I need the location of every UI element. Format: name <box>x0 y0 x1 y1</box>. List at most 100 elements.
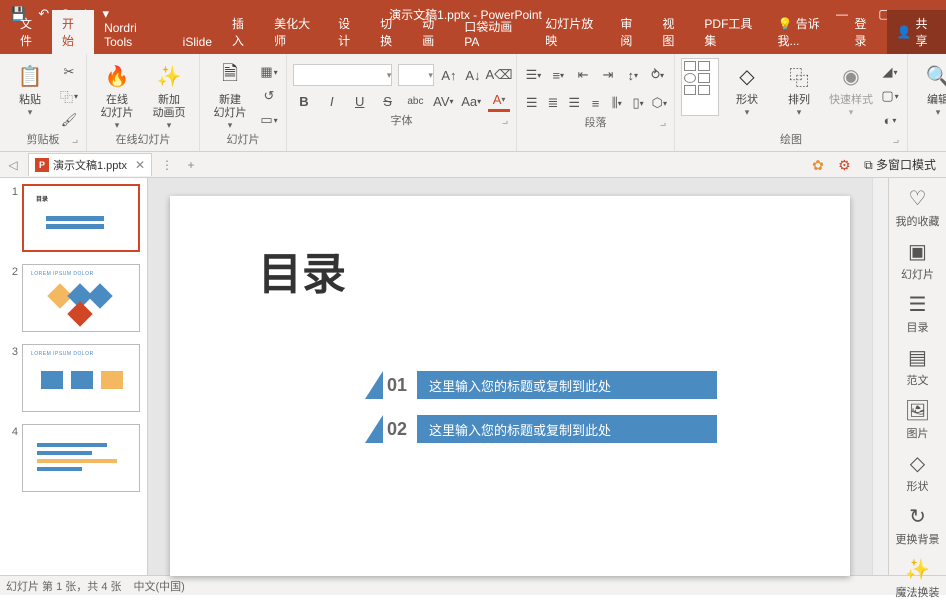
toc-item-2[interactable]: 02 这里输入您的标题或复制到此处 <box>365 415 717 443</box>
online-slides-button[interactable]: 🔥 在线 幻灯片 ▾ <box>93 58 141 131</box>
find-button[interactable]: 🔍 编辑 ▾ <box>914 58 946 118</box>
thumbnail-panel[interactable]: 1 目录 2 LOREM IPSUM DOLOR 3 LOREM IPSUM D… <box>0 178 148 575</box>
side-toc[interactable]: ☰目录 <box>907 292 929 335</box>
underline-button[interactable]: U <box>349 90 371 112</box>
format-painter-button[interactable]: 🖌 <box>58 110 80 130</box>
numbering-button[interactable]: ≡▾ <box>548 64 569 86</box>
tab-review[interactable]: 审阅 <box>610 10 652 54</box>
side-template[interactable]: ▤范文 <box>907 345 929 388</box>
increase-indent-button[interactable]: ⇥ <box>597 64 618 86</box>
justify-button[interactable]: ≡ <box>587 92 604 114</box>
font-name-combo[interactable]: ▾ <box>293 64 392 86</box>
text-direction-button[interactable]: ⥁▾ <box>647 64 668 86</box>
tab-slideshow[interactable]: 幻灯片放映 <box>535 10 610 54</box>
refresh-icon: ↻ <box>909 504 926 529</box>
side-shape[interactable]: ◇形状 <box>907 451 929 494</box>
copy-button[interactable]: ⿻▾ <box>58 86 80 106</box>
toc-number: 01 <box>387 375 417 396</box>
align-center-button[interactable]: ≣ <box>544 92 561 114</box>
shape-fill-button[interactable]: ◢▾ <box>879 62 901 82</box>
align-left-button[interactable]: ☰ <box>523 92 540 114</box>
clear-format-button[interactable]: A⌫ <box>488 64 510 86</box>
status-language[interactable]: 中文(中国) <box>134 578 185 594</box>
tab-design[interactable]: 设计 <box>328 10 370 54</box>
line-spacing-button[interactable]: ↕▾ <box>622 64 643 86</box>
beautify-toolbar-icon[interactable]: ✿ <box>812 157 828 173</box>
slide-canvas-area[interactable]: 目录 01 这里输入您的标题或复制到此处 02 这里输入您的标题或复制到此处 <box>148 178 872 575</box>
login-button[interactable]: 登录 <box>845 10 887 54</box>
main-area: 1 目录 2 LOREM IPSUM DOLOR 3 LOREM IPSUM D… <box>0 178 946 575</box>
bold-button[interactable]: B <box>293 90 315 112</box>
group-label-paragraph[interactable]: 段落 <box>523 114 668 130</box>
bullets-button[interactable]: ☰▾ <box>523 64 544 86</box>
quick-styles-button[interactable]: ◉ 快速样式 ▾ <box>827 58 875 118</box>
close-tab-button[interactable]: ✕ <box>135 158 145 172</box>
tab-islide[interactable]: iSlide <box>173 30 222 54</box>
side-image[interactable]: 🖼图片 <box>905 398 930 441</box>
columns-button[interactable]: ⫼▾ <box>608 92 625 114</box>
toc-item-1[interactable]: 01 这里输入您的标题或复制到此处 <box>365 371 717 399</box>
section-button[interactable]: ▭▾ <box>258 110 280 130</box>
tab-home[interactable]: 开始 <box>52 10 94 54</box>
strike-button[interactable]: S <box>377 90 399 112</box>
settings-icon[interactable]: ⚙ <box>838 157 854 173</box>
tab-file[interactable]: 文件 <box>10 10 52 54</box>
tab-insert[interactable]: 插入 <box>222 10 264 54</box>
tab-transition[interactable]: 切换 <box>370 10 412 54</box>
tab-prev-button[interactable]: ◁ <box>4 158 22 172</box>
document-tab[interactable]: P 演示文稿1.pptx ✕ <box>28 153 152 176</box>
tab-view[interactable]: 视图 <box>652 10 694 54</box>
smartart-button[interactable]: ⬡▾ <box>651 92 668 114</box>
arrange-button[interactable]: ⿻ 排列 ▾ <box>775 58 823 118</box>
tab-pdf[interactable]: PDF工具集 <box>694 10 769 54</box>
slide[interactable]: 目录 01 这里输入您的标题或复制到此处 02 这里输入您的标题或复制到此处 <box>170 196 850 576</box>
increase-font-button[interactable]: A↑ <box>440 64 458 86</box>
thumbnail-4[interactable]: 4 <box>4 424 143 492</box>
group-label-drawing[interactable]: 绘图 <box>681 131 901 147</box>
group-label-font[interactable]: 字体 <box>293 112 510 128</box>
new-slide-button[interactable]: 🗎 新建 幻灯片 ▾ <box>206 58 254 131</box>
ribbon-tabs: 文件 开始 Nordri Tools iSlide 插入 美化大师 设计 切换 … <box>0 28 946 54</box>
layout-button[interactable]: ▦▾ <box>258 62 280 82</box>
tab-animation[interactable]: 动画 <box>412 10 454 54</box>
font-color-button[interactable]: A▾ <box>488 90 510 112</box>
template-icon: ▤ <box>908 345 927 370</box>
thumbnail-2[interactable]: 2 LOREM IPSUM DOLOR <box>4 264 143 332</box>
align-right-button[interactable]: ☰ <box>566 92 583 114</box>
decrease-font-button[interactable]: A↓ <box>464 64 482 86</box>
decrease-indent-button[interactable]: ⇤ <box>573 64 594 86</box>
italic-button[interactable]: I <box>321 90 343 112</box>
slide-title[interactable]: 目录 <box>258 238 346 302</box>
font-size-combo[interactable]: ▾ <box>398 64 434 86</box>
shape-outline-button[interactable]: ▢▾ <box>879 86 901 106</box>
tab-pocket[interactable]: 口袋动画 PA <box>454 13 535 54</box>
side-favorites[interactable]: ♡我的收藏 <box>896 186 940 229</box>
cut-button[interactable]: ✂ <box>58 62 80 82</box>
reset-button[interactable]: ↺ <box>258 86 280 106</box>
group-label-online-slides: 在线幻灯片 <box>93 131 193 147</box>
side-slides[interactable]: ▣幻灯片 <box>901 239 934 282</box>
clipboard-icon: 📋 <box>14 60 46 92</box>
side-magic[interactable]: ✨魔法换装 <box>896 557 940 600</box>
new-animation-button[interactable]: ✨ 新加 动画页 ▾ <box>145 58 193 131</box>
align-text-button[interactable]: ▯▾ <box>629 92 646 114</box>
thumbnail-1[interactable]: 1 目录 <box>4 184 143 252</box>
tell-me[interactable]: 💡 告诉我... <box>770 10 845 54</box>
multi-window-button[interactable]: ⧉ 多窗口模式 <box>864 156 936 173</box>
tab-beautify[interactable]: 美化大师 <box>264 10 328 54</box>
side-background[interactable]: ↻更换背景 <box>896 504 940 547</box>
thumbnail-3[interactable]: 3 LOREM IPSUM DOLOR <box>4 344 143 412</box>
char-spacing-button[interactable]: AV▾ <box>432 90 454 112</box>
shapes-gallery[interactable] <box>681 58 719 116</box>
change-case-button[interactable]: Aa▾ <box>460 90 482 112</box>
shapes-button[interactable]: ◇ 形状 ▾ <box>723 58 771 118</box>
shadow-button[interactable]: abc <box>405 90 427 112</box>
vertical-scrollbar[interactable] <box>872 178 888 575</box>
group-label-clipboard[interactable]: 剪贴板 <box>6 131 80 147</box>
shape-effects-button[interactable]: ◐▾ <box>879 110 901 130</box>
tab-nordri[interactable]: Nordri Tools <box>94 16 173 54</box>
tab-more-button[interactable]: ⋮ <box>158 158 176 172</box>
tab-add-button[interactable]: + <box>182 158 200 172</box>
share-button[interactable]: 👤共享 <box>887 10 946 54</box>
paste-button[interactable]: 📋 粘贴 ▾ <box>6 58 54 118</box>
